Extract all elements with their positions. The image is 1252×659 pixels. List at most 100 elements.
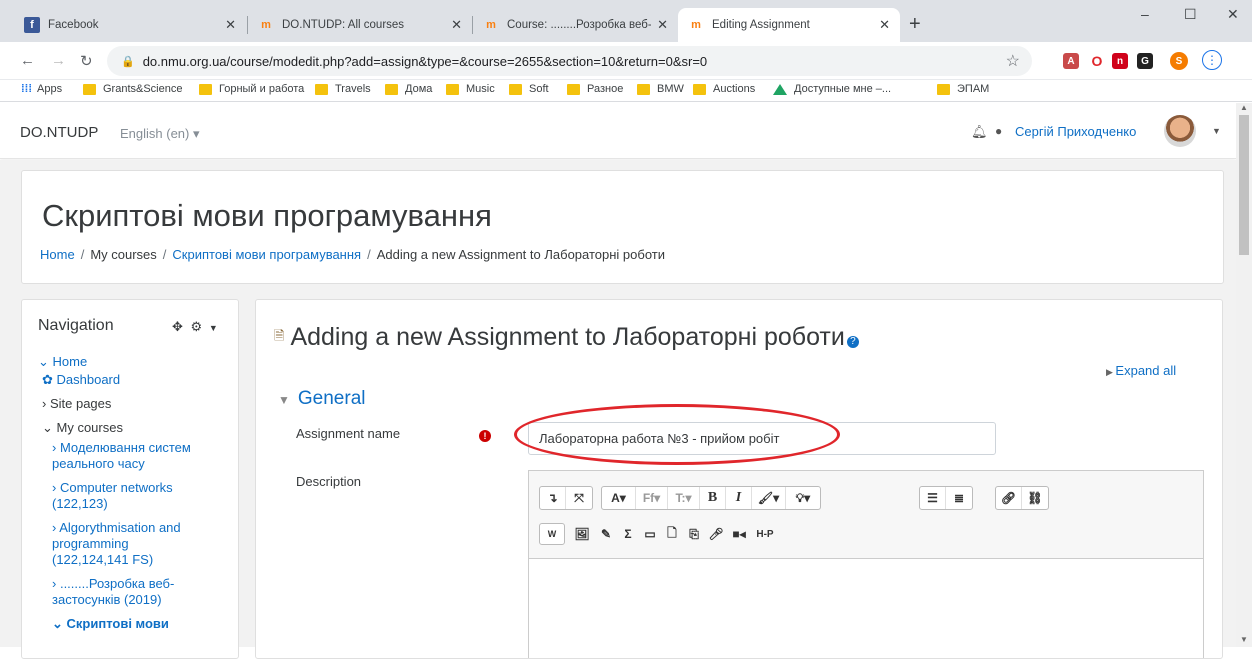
image-icon[interactable]: 🖼︎ (569, 523, 595, 545)
link-icon[interactable]: 🔗︎ (996, 487, 1022, 509)
nav-my-courses[interactable]: ⌄ My courses (42, 420, 123, 436)
help-icon[interactable]: ? (846, 335, 859, 348)
close-tab-icon[interactable]: ✕ (225, 17, 236, 33)
toggle-toolbar-icon[interactable]: ↴ (540, 487, 566, 509)
tab-all-courses[interactable]: m DO.NTUDP: All courses ✕ (248, 8, 472, 42)
bookmark-item[interactable]: Доступные мне –... (773, 83, 891, 95)
breadcrumb-my-courses[interactable]: My courses (90, 247, 156, 262)
close-tab-icon[interactable]: ✕ (879, 17, 890, 33)
user-avatar[interactable] (1164, 115, 1196, 147)
bell-icon[interactable]: 🔔︎ (971, 124, 988, 140)
toolbar-row-2: W 🖼︎ ✎ Σ ▭ 🗋︎ ⎘ 🎤︎ ■◂ H-P (539, 523, 779, 547)
tab-facebook[interactable]: f Facebook ✕ (14, 8, 246, 42)
microphone-icon[interactable]: 🎤︎ (705, 523, 727, 545)
minimize-button[interactable]: – (1141, 6, 1149, 22)
move-icon[interactable]: ✥ (172, 319, 183, 334)
forward-arrow-icon[interactable]: → (51, 52, 66, 69)
nav-site-pages[interactable]: › Site pages (42, 396, 111, 412)
expand-all-link[interactable]: ▶ Expand all (1106, 363, 1176, 378)
assignment-name-label: Assignment name (296, 426, 401, 441)
nav-course-item-cont[interactable]: (122,123) (52, 496, 108, 512)
equation-icon[interactable]: Σ (617, 523, 639, 545)
scroll-down-icon[interactable]: ▼ (1240, 635, 1248, 644)
breadcrumb-course[interactable]: Скриптові мови програмування (172, 247, 361, 262)
opera-extension-icon[interactable]: O (1089, 53, 1105, 69)
section-general[interactable]: ▼ General (278, 388, 366, 410)
page-scrollbar[interactable]: ▲ ▼ (1236, 103, 1252, 647)
breadcrumb-current: Adding a new Assignment to Лабораторні р… (376, 247, 665, 262)
bookmark-item[interactable]: ЭПАМ (937, 83, 989, 95)
description-textarea[interactable] (529, 560, 1203, 658)
italic-icon[interactable]: I (726, 487, 752, 509)
language-menu[interactable]: English (en) ▾ (120, 126, 200, 142)
tab-course[interactable]: m Course: ........Розробка веб-застс ✕ (473, 8, 678, 42)
tab-label: DO.NTUDP: All courses (282, 19, 405, 31)
gear-icon[interactable]: ⚙ (191, 319, 203, 334)
folder-icon (509, 83, 522, 95)
video-icon[interactable]: ■◂ (727, 523, 751, 545)
bookmark-item[interactable]: Music (446, 83, 495, 95)
lightbulb-icon[interactable]: 💡︎▾ (786, 487, 820, 509)
reload-icon[interactable]: ↻ (80, 52, 93, 70)
pdf-extension-icon[interactable]: A (1063, 53, 1079, 69)
h5p-icon[interactable]: H-P (751, 523, 779, 545)
font-family-icon[interactable]: Ff▾ (636, 487, 668, 509)
bookmark-item[interactable]: BMW (637, 83, 684, 95)
font-style-icon[interactable]: A▾ (602, 487, 636, 509)
close-tab-icon[interactable]: ✕ (657, 17, 668, 33)
bookmark-item[interactable]: Разное (567, 83, 623, 95)
back-arrow-icon[interactable]: ← (20, 52, 35, 69)
bookmark-item[interactable]: Горный и работа (199, 83, 304, 95)
chevron-down-icon[interactable]: ▼ (1212, 126, 1221, 136)
bookmark-apps[interactable]: ⁞⁞⁞ Apps (21, 83, 62, 95)
scrollbar-thumb[interactable] (1239, 115, 1249, 255)
profile-avatar[interactable]: S (1170, 52, 1188, 70)
folder-icon (567, 83, 580, 95)
bookmark-item[interactable]: Auctions (693, 83, 755, 95)
nav-course-item-cont[interactable]: (122,124,141 FS) (52, 552, 153, 568)
bookmark-item[interactable]: Soft (509, 83, 549, 95)
tab-label: Editing Assignment (712, 19, 810, 31)
bookmark-item[interactable]: Grants&Science (83, 83, 182, 95)
breadcrumb-home[interactable]: Home (40, 247, 75, 262)
menu-kebab-icon[interactable]: ⋮ (1202, 50, 1222, 70)
user-name[interactable]: Сергій Приходченко (1015, 124, 1136, 139)
nav-course-item-cont[interactable]: застосунків (2019) (52, 592, 162, 608)
tab-editing-assignment[interactable]: m Editing Assignment ✕ (678, 8, 900, 42)
nav-dashboard[interactable]: ✿ Dashboard (42, 372, 120, 388)
extension-icon[interactable]: G (1137, 53, 1153, 69)
bookmark-star-icon[interactable]: ☆ (1006, 51, 1020, 71)
file-icon[interactable]: 🗋︎ (661, 523, 683, 545)
nav-course-item[interactable]: › Моделювання систем (52, 440, 191, 456)
maximize-button[interactable]: ☐ (1184, 6, 1197, 23)
nav-course-item[interactable]: › Algorythmisation and (52, 520, 181, 536)
nav-current-course[interactable]: ⌄ Скриптові мови (52, 616, 169, 632)
nav-home[interactable]: ⌄ Home (38, 354, 87, 370)
numbered-list-icon[interactable]: ≣ (946, 487, 972, 509)
media-icon[interactable]: ▭ (639, 523, 661, 545)
unlink-icon[interactable]: ⛓︎ (1022, 487, 1048, 509)
nav-course-item[interactable]: › ........Розробка веб- (52, 576, 174, 592)
new-tab-button[interactable]: + (909, 13, 921, 36)
paste-icon[interactable]: ⎘ (683, 523, 705, 545)
close-tab-icon[interactable]: ✕ (451, 17, 462, 33)
chevron-down-icon[interactable]: ▼ (209, 323, 218, 333)
url-bar[interactable]: 🔒 do.nmu.org.ua/course/modedit.php?add=a… (107, 46, 1032, 76)
font-size-icon[interactable]: T:▾ (668, 487, 700, 509)
site-brand[interactable]: DO.NTUDP (20, 124, 98, 141)
nav-course-item-cont[interactable]: реального часу (52, 456, 145, 472)
fullscreen-icon[interactable]: ⤧ (566, 487, 592, 509)
nav-course-item[interactable]: › Computer networks (52, 480, 173, 496)
pencil-icon[interactable]: ✎ (595, 523, 617, 545)
nav-course-item-cont[interactable]: programming (52, 536, 129, 552)
word-import-icon[interactable]: W (539, 523, 565, 545)
bookmark-item[interactable]: Дома (385, 83, 432, 95)
extension-icon[interactable]: n (1112, 53, 1128, 69)
chat-icon[interactable]: ● (995, 124, 1002, 138)
scroll-up-icon[interactable]: ▲ (1240, 103, 1248, 112)
bold-icon[interactable]: B (700, 487, 726, 509)
bookmark-item[interactable]: Travels (315, 83, 371, 95)
bullet-list-icon[interactable]: ☰ (920, 487, 946, 509)
brush-icon[interactable]: 🖌︎▾ (752, 487, 786, 509)
close-window-button[interactable]: ✕ (1227, 6, 1239, 23)
